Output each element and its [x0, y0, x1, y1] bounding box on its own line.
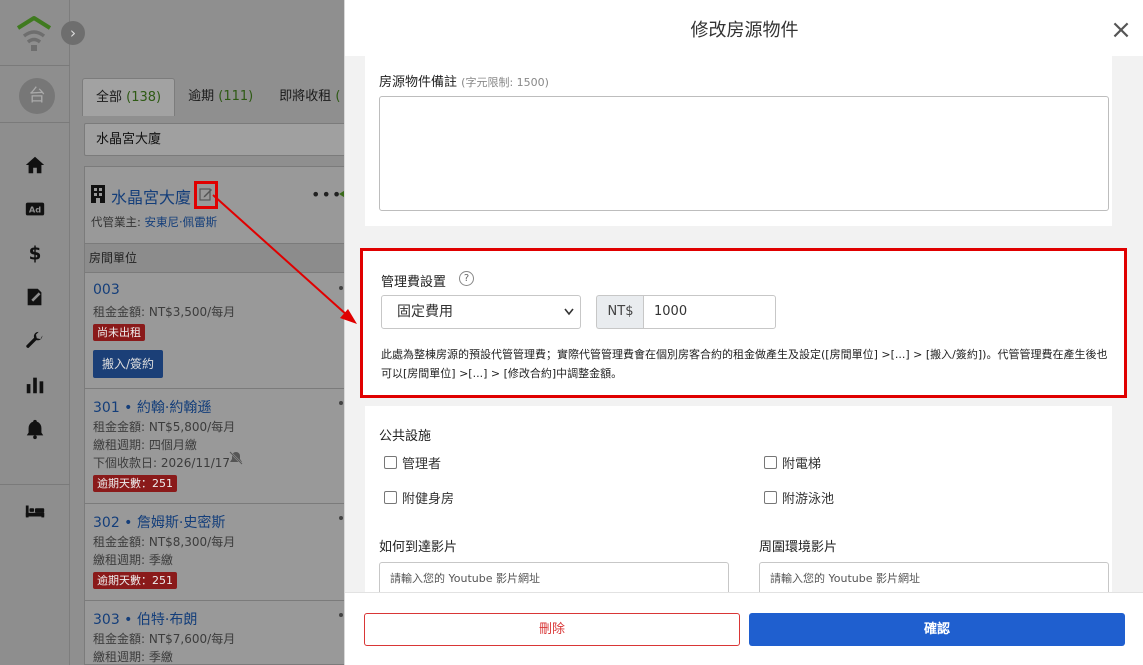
fee-mode-select[interactable]: 固定費用 [381, 295, 581, 329]
dollar-icon[interactable]: $ [22, 241, 48, 265]
home-icon[interactable] [22, 153, 48, 177]
facility-pool-checkbox[interactable]: 附游泳池 [764, 488, 834, 507]
checkbox-box[interactable] [764, 491, 777, 504]
units-header: 房間單位 [85, 243, 355, 273]
unit-rent: 租金金額: NT$3,500/每月 [93, 305, 236, 319]
notes-label: 房源物件備註 (字元限制: 1500) [379, 75, 549, 90]
more-options-button[interactable]: ••• [311, 185, 342, 204]
unit-rent: 租金金額: NT$8,300/每月 [93, 535, 236, 549]
unit-rent: 租金金額: NT$7,600/每月 [93, 632, 236, 646]
move-in-button[interactable]: 搬入/簽約 [93, 350, 163, 378]
notes-section: 房源物件備註 (字元限制: 1500) [365, 56, 1112, 226]
svg-text:$: $ [29, 243, 42, 264]
facility-elevator-checkbox[interactable]: 附電梯 [764, 453, 821, 472]
modal-header: 修改房源物件 × [345, 0, 1143, 56]
environment-video-label: 周圍環境影片 [759, 540, 838, 555]
modal-footer: 刪除 確認 [345, 592, 1143, 665]
divider [0, 122, 70, 123]
edit-icon [199, 188, 212, 201]
checkbox-box[interactable] [384, 491, 397, 504]
agent-info: 代管業主: 安東尼·佩雷斯 [91, 215, 218, 229]
route-video-input[interactable]: 請輸入您的 Youtube 影片網址 [379, 562, 729, 592]
overdue-badge: 逾期天數：251 [93, 475, 177, 492]
bell-icon[interactable] [22, 417, 48, 441]
tab-upcoming[interactable]: 即將收租 ( [266, 78, 353, 116]
unit-menu-icon[interactable] [339, 401, 343, 405]
agent-name[interactable]: 安東尼·佩雷斯 [145, 215, 218, 229]
notes-hint: (字元限制: 1500) [461, 76, 549, 89]
bed-icon[interactable] [22, 499, 48, 523]
facility-manager-checkbox[interactable]: 管理者 [384, 453, 441, 472]
svg-text:Ad: Ad [29, 205, 41, 215]
unit-name[interactable]: 302 • 詹姆斯·史密斯 [93, 512, 225, 532]
property-list-panel: 全部 (138) 逾期 (111) 即將收租 ( 水晶宮大廈 水晶宮大廈 •••… [70, 0, 355, 665]
environment-video-input[interactable]: 請輸入您的 Youtube 影片網址 [759, 562, 1109, 592]
building-icon [91, 185, 105, 203]
chart-icon[interactable] [22, 373, 48, 397]
unit-cycle: 繳租週期: 季繳 [93, 553, 173, 567]
property-header: 水晶宮大廈 ••• 代管業主: 安東尼·佩雷斯 [85, 167, 355, 243]
unit-name[interactable]: 303 • 伯特·布朗 [93, 609, 197, 629]
property-card: 水晶宮大廈 ••• 代管業主: 安東尼·佩雷斯 房間單位 003 租金金額: N… [84, 166, 355, 665]
unit-next-date: 下個收款日: 2026/11/17 [93, 456, 231, 470]
modal-title: 修改房源物件 [690, 20, 799, 41]
checkbox-box[interactable] [764, 456, 777, 469]
help-icon[interactable]: ? [459, 271, 474, 286]
wrench-icon[interactable] [22, 329, 48, 353]
unit-name[interactable]: 003 [93, 282, 120, 298]
logo-icon [16, 16, 52, 51]
expand-sidebar-button[interactable]: › [61, 21, 85, 45]
confirm-button[interactable]: 確認 [749, 613, 1125, 646]
list-item[interactable]: 301 • 約翰·約翰遜 租金金額: NT$5,800/每月 繳租週期: 四個月… [85, 389, 355, 504]
management-fee-description: 此處為整棟房源的預設代管管理費；實際代管管理費會在個別房客合約的租金做產生及設定… [381, 348, 1108, 380]
currency-addon: NT$ [596, 295, 644, 329]
divider [0, 484, 70, 485]
delete-button[interactable]: 刪除 [364, 613, 740, 646]
notification-off-icon[interactable] [228, 451, 244, 465]
list-item[interactable]: 003 租金金額: NT$3,500/每月 尚未出租 搬入/簽約 [85, 274, 355, 389]
edit-property-modal: 修改房源物件 × 房源物件備註 (字元限制: 1500) 公共設施 管理者 附電… [344, 0, 1143, 665]
ad-icon[interactable]: Ad [22, 197, 48, 221]
close-icon[interactable]: × [1109, 17, 1133, 43]
overdue-badge: 逾期天數：251 [93, 572, 177, 589]
nav-rail: › 台 Ad $ [0, 0, 85, 665]
notes-textarea[interactable] [379, 96, 1109, 211]
unit-menu-icon[interactable] [339, 613, 343, 617]
tab-all[interactable]: 全部 (138) [82, 78, 176, 116]
unit-cycle: 繳租週期: 四個月繳 [93, 438, 197, 452]
facilities-section: 公共設施 管理者 附電梯 附健身房 附游泳池 如何到達影片 周圍環境影片 請輸入… [365, 406, 1112, 592]
status-badge: 尚未出租 [93, 324, 145, 341]
tab-overdue[interactable]: 逾期 (111) [175, 78, 266, 116]
property-name[interactable]: 水晶宮大廈 [111, 184, 191, 208]
route-video-label: 如何到達影片 [379, 540, 458, 555]
management-fee-section: 管理費設置 ? 固定費用 NT$ 1000 此處為整棟房源的預設代管管理費；實際… [360, 248, 1127, 398]
property-search-input[interactable]: 水晶宮大廈 [84, 123, 354, 156]
unit-menu-icon[interactable] [339, 516, 343, 520]
fee-amount-input[interactable]: 1000 [643, 295, 776, 329]
checkbox-box[interactable] [384, 456, 397, 469]
list-item[interactable]: 303 • 伯特·布朗 租金金額: NT$7,600/每月 繳租週期: 季繳 [85, 601, 355, 665]
divider [0, 65, 70, 66]
list-item[interactable]: 302 • 詹姆斯·史密斯 租金金額: NT$8,300/每月 繳租週期: 季繳… [85, 504, 355, 601]
facilities-label: 公共設施 [379, 429, 432, 444]
edit-property-button[interactable] [194, 181, 218, 209]
contract-icon[interactable] [22, 285, 48, 309]
unit-name[interactable]: 301 • 約翰·約翰遜 [93, 397, 211, 417]
unit-rent: 租金金額: NT$5,800/每月 [93, 420, 236, 434]
chevron-down-icon [564, 296, 574, 342]
facility-gym-checkbox[interactable]: 附健身房 [384, 488, 454, 507]
unit-cycle: 繳租週期: 季繳 [93, 650, 173, 664]
unit-menu-icon[interactable] [339, 286, 343, 290]
filter-tabs: 全部 (138) 逾期 (111) 即將收租 ( [82, 78, 353, 116]
management-fee-label: 管理費設置 [381, 275, 447, 290]
avatar[interactable]: 台 [19, 78, 55, 114]
